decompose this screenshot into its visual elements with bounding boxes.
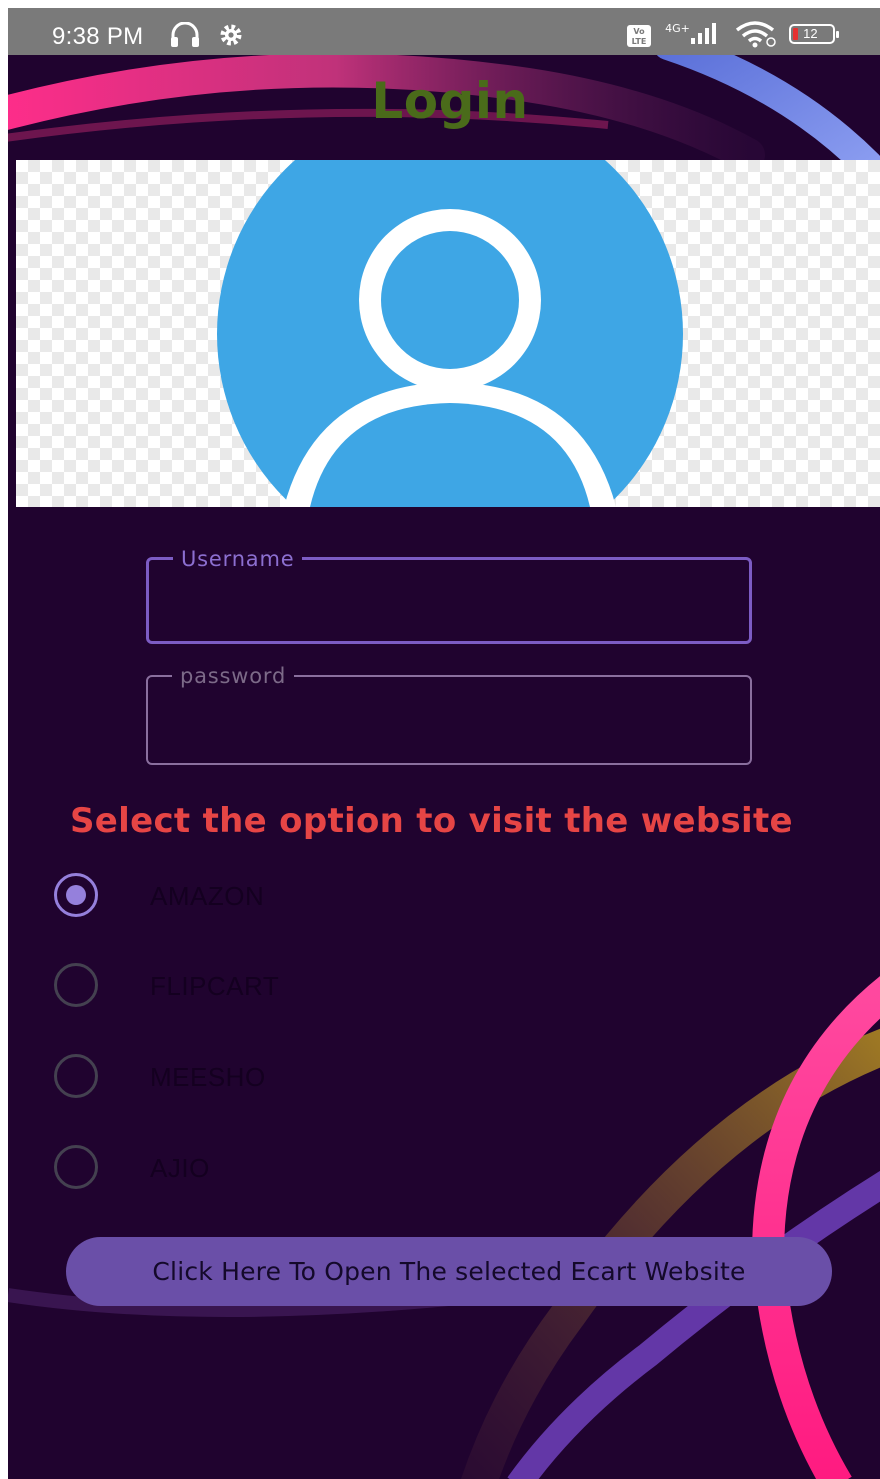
gear-icon [220,24,242,46]
user-avatar-icon [217,160,683,507]
headset-icon [171,21,199,47]
wifi-icon [735,21,776,48]
status-time: 9:38 PM [52,23,144,50]
svg-text:Vo: Vo [633,27,645,36]
radio-label: AMAZON [150,881,265,911]
radio-checked-icon[interactable] [54,873,98,917]
username-label: Username [173,547,303,571]
radio-label: AJIO [150,1153,210,1183]
status-right-icons: Vo LTE 4G+ 12 [626,20,840,48]
open-website-label: Click Here To Open The selected Ecart We… [152,1257,746,1286]
app-screen: 9:38 PM Vo LTE 4G+ 12 Login Username pas… [8,8,880,1479]
avatar-image [16,160,880,507]
password-field[interactable]: password [146,664,752,765]
signal-icon [690,23,716,44]
status-bar: 9:38 PM Vo LTE 4G+ 12 [8,8,880,55]
battery-fill [793,28,799,40]
site-select-prompt: Select the option to visit the website [70,801,793,841]
radio-unchecked-icon[interactable] [54,963,98,1007]
radio-unchecked-icon[interactable] [54,1054,98,1098]
radio-option-flipcart[interactable]: FLIPCART [52,963,452,1013]
radio-unchecked-icon[interactable] [54,1145,98,1189]
status-left-icons [170,21,245,48]
battery-tip [836,31,840,38]
radio-option-amazon[interactable]: AMAZON [52,873,452,923]
radio-label: MEESHO [150,1062,266,1092]
volte-icon: Vo LTE [627,25,651,47]
battery-level: 12 [803,26,818,41]
radio-label: FLIPCART [150,971,280,1001]
network-type: 4G+ [665,22,690,35]
battery-icon: 12 [789,24,840,44]
open-website-button[interactable]: Click Here To Open The selected Ecart We… [66,1237,832,1306]
page-title: Login [371,72,529,130]
radio-option-ajio[interactable]: AJIO [52,1145,452,1195]
radio-option-meesho[interactable]: MEESHO [52,1054,452,1104]
svg-text:LTE: LTE [632,37,647,46]
password-label: password [172,664,295,688]
username-field[interactable]: Username [146,547,752,644]
